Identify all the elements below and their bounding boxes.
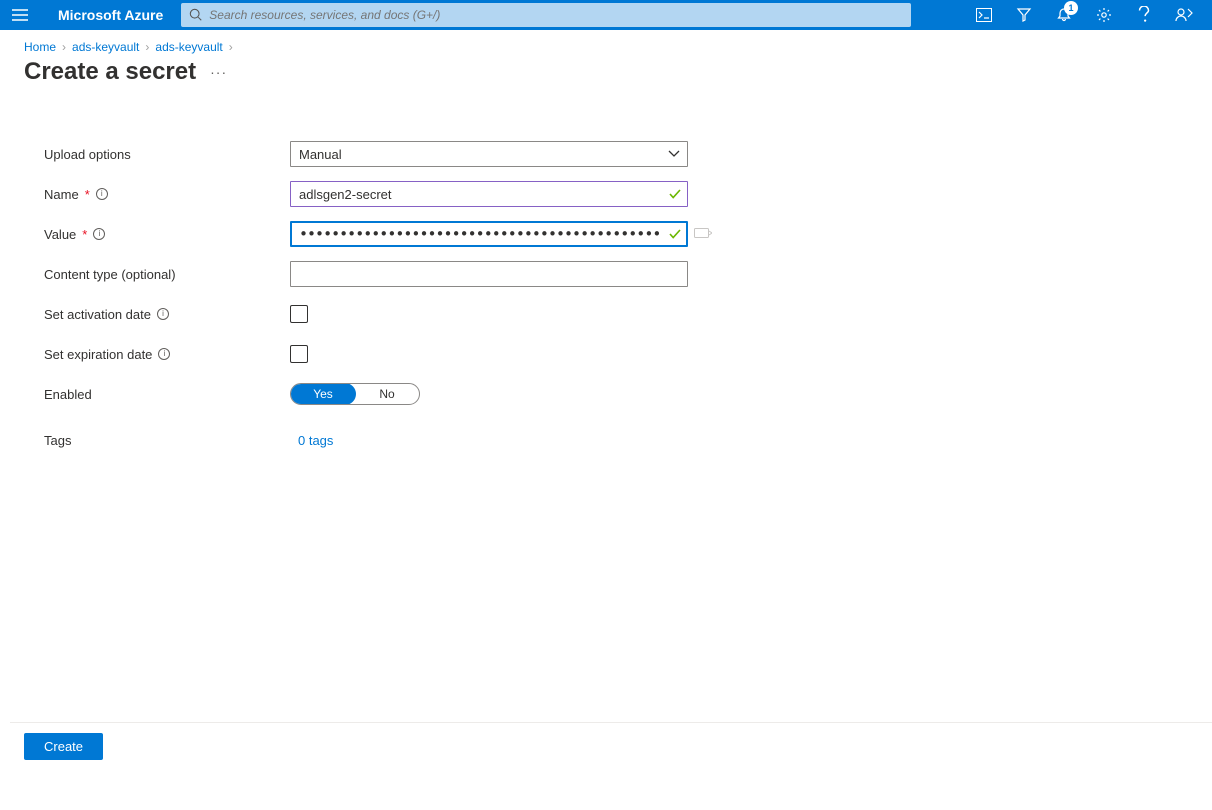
search-icon (189, 8, 203, 22)
tags-link[interactable]: 0 tags (290, 433, 333, 448)
enabled-yes[interactable]: Yes (290, 383, 356, 405)
activation-date-label: Set activation date i (44, 307, 290, 322)
create-secret-form: Upload options Manual Name* i Value* i (0, 86, 1212, 460)
notification-badge: 1 (1064, 1, 1078, 15)
breadcrumb-keyvault-1[interactable]: ads-keyvault (72, 40, 139, 54)
feedback-icon[interactable] (1164, 0, 1204, 30)
upload-options-label: Upload options (44, 147, 290, 162)
breadcrumb-home[interactable]: Home (24, 40, 56, 54)
chevron-right-icon: › (145, 40, 149, 54)
tags-label: Tags (44, 433, 290, 448)
content-type-label: Content type (optional) (44, 267, 290, 282)
value-label: Value* i (44, 227, 290, 242)
settings-gear-icon[interactable] (1084, 0, 1124, 30)
cloud-shell-icon[interactable] (964, 0, 1004, 30)
activation-date-checkbox[interactable] (290, 305, 308, 323)
global-search[interactable] (181, 3, 911, 27)
chevron-right-icon: › (229, 40, 233, 54)
keyboard-icon (694, 228, 712, 240)
enabled-label: Enabled (44, 387, 290, 402)
breadcrumb: Home › ads-keyvault › ads-keyvault › (0, 30, 1212, 54)
value-input[interactable] (290, 221, 688, 247)
info-icon[interactable]: i (96, 188, 108, 200)
upload-options-select[interactable]: Manual (290, 141, 688, 167)
chevron-right-icon: › (62, 40, 66, 54)
create-button[interactable]: Create (24, 733, 103, 760)
info-icon[interactable]: i (93, 228, 105, 240)
content-type-input[interactable] (290, 261, 688, 287)
name-input[interactable] (290, 181, 688, 207)
enabled-toggle[interactable]: Yes No (290, 383, 420, 405)
breadcrumb-keyvault-2[interactable]: ads-keyvault (155, 40, 222, 54)
checkmark-icon (668, 227, 682, 241)
hamburger-menu-icon[interactable] (0, 0, 40, 30)
page-header: Create a secret ··· (0, 54, 1212, 86)
brand-label: Microsoft Azure (40, 7, 181, 23)
info-icon[interactable]: i (157, 308, 169, 320)
expiration-date-label: Set expiration date i (44, 347, 290, 362)
global-search-input[interactable] (209, 8, 903, 22)
info-icon[interactable]: i (158, 348, 170, 360)
name-label: Name* i (44, 187, 290, 202)
topbar-actions: 1 (964, 0, 1212, 30)
page-title: Create a secret (24, 58, 196, 86)
directory-filter-icon[interactable] (1004, 0, 1044, 30)
help-icon[interactable] (1124, 0, 1164, 30)
footer-bar: Create (10, 722, 1212, 770)
expiration-date-checkbox[interactable] (290, 345, 308, 363)
enabled-no[interactable]: No (355, 384, 419, 404)
checkmark-icon (668, 187, 682, 201)
notifications-icon[interactable]: 1 (1044, 0, 1084, 30)
more-actions-icon[interactable]: ··· (210, 64, 227, 80)
top-bar: Microsoft Azure 1 (0, 0, 1212, 30)
